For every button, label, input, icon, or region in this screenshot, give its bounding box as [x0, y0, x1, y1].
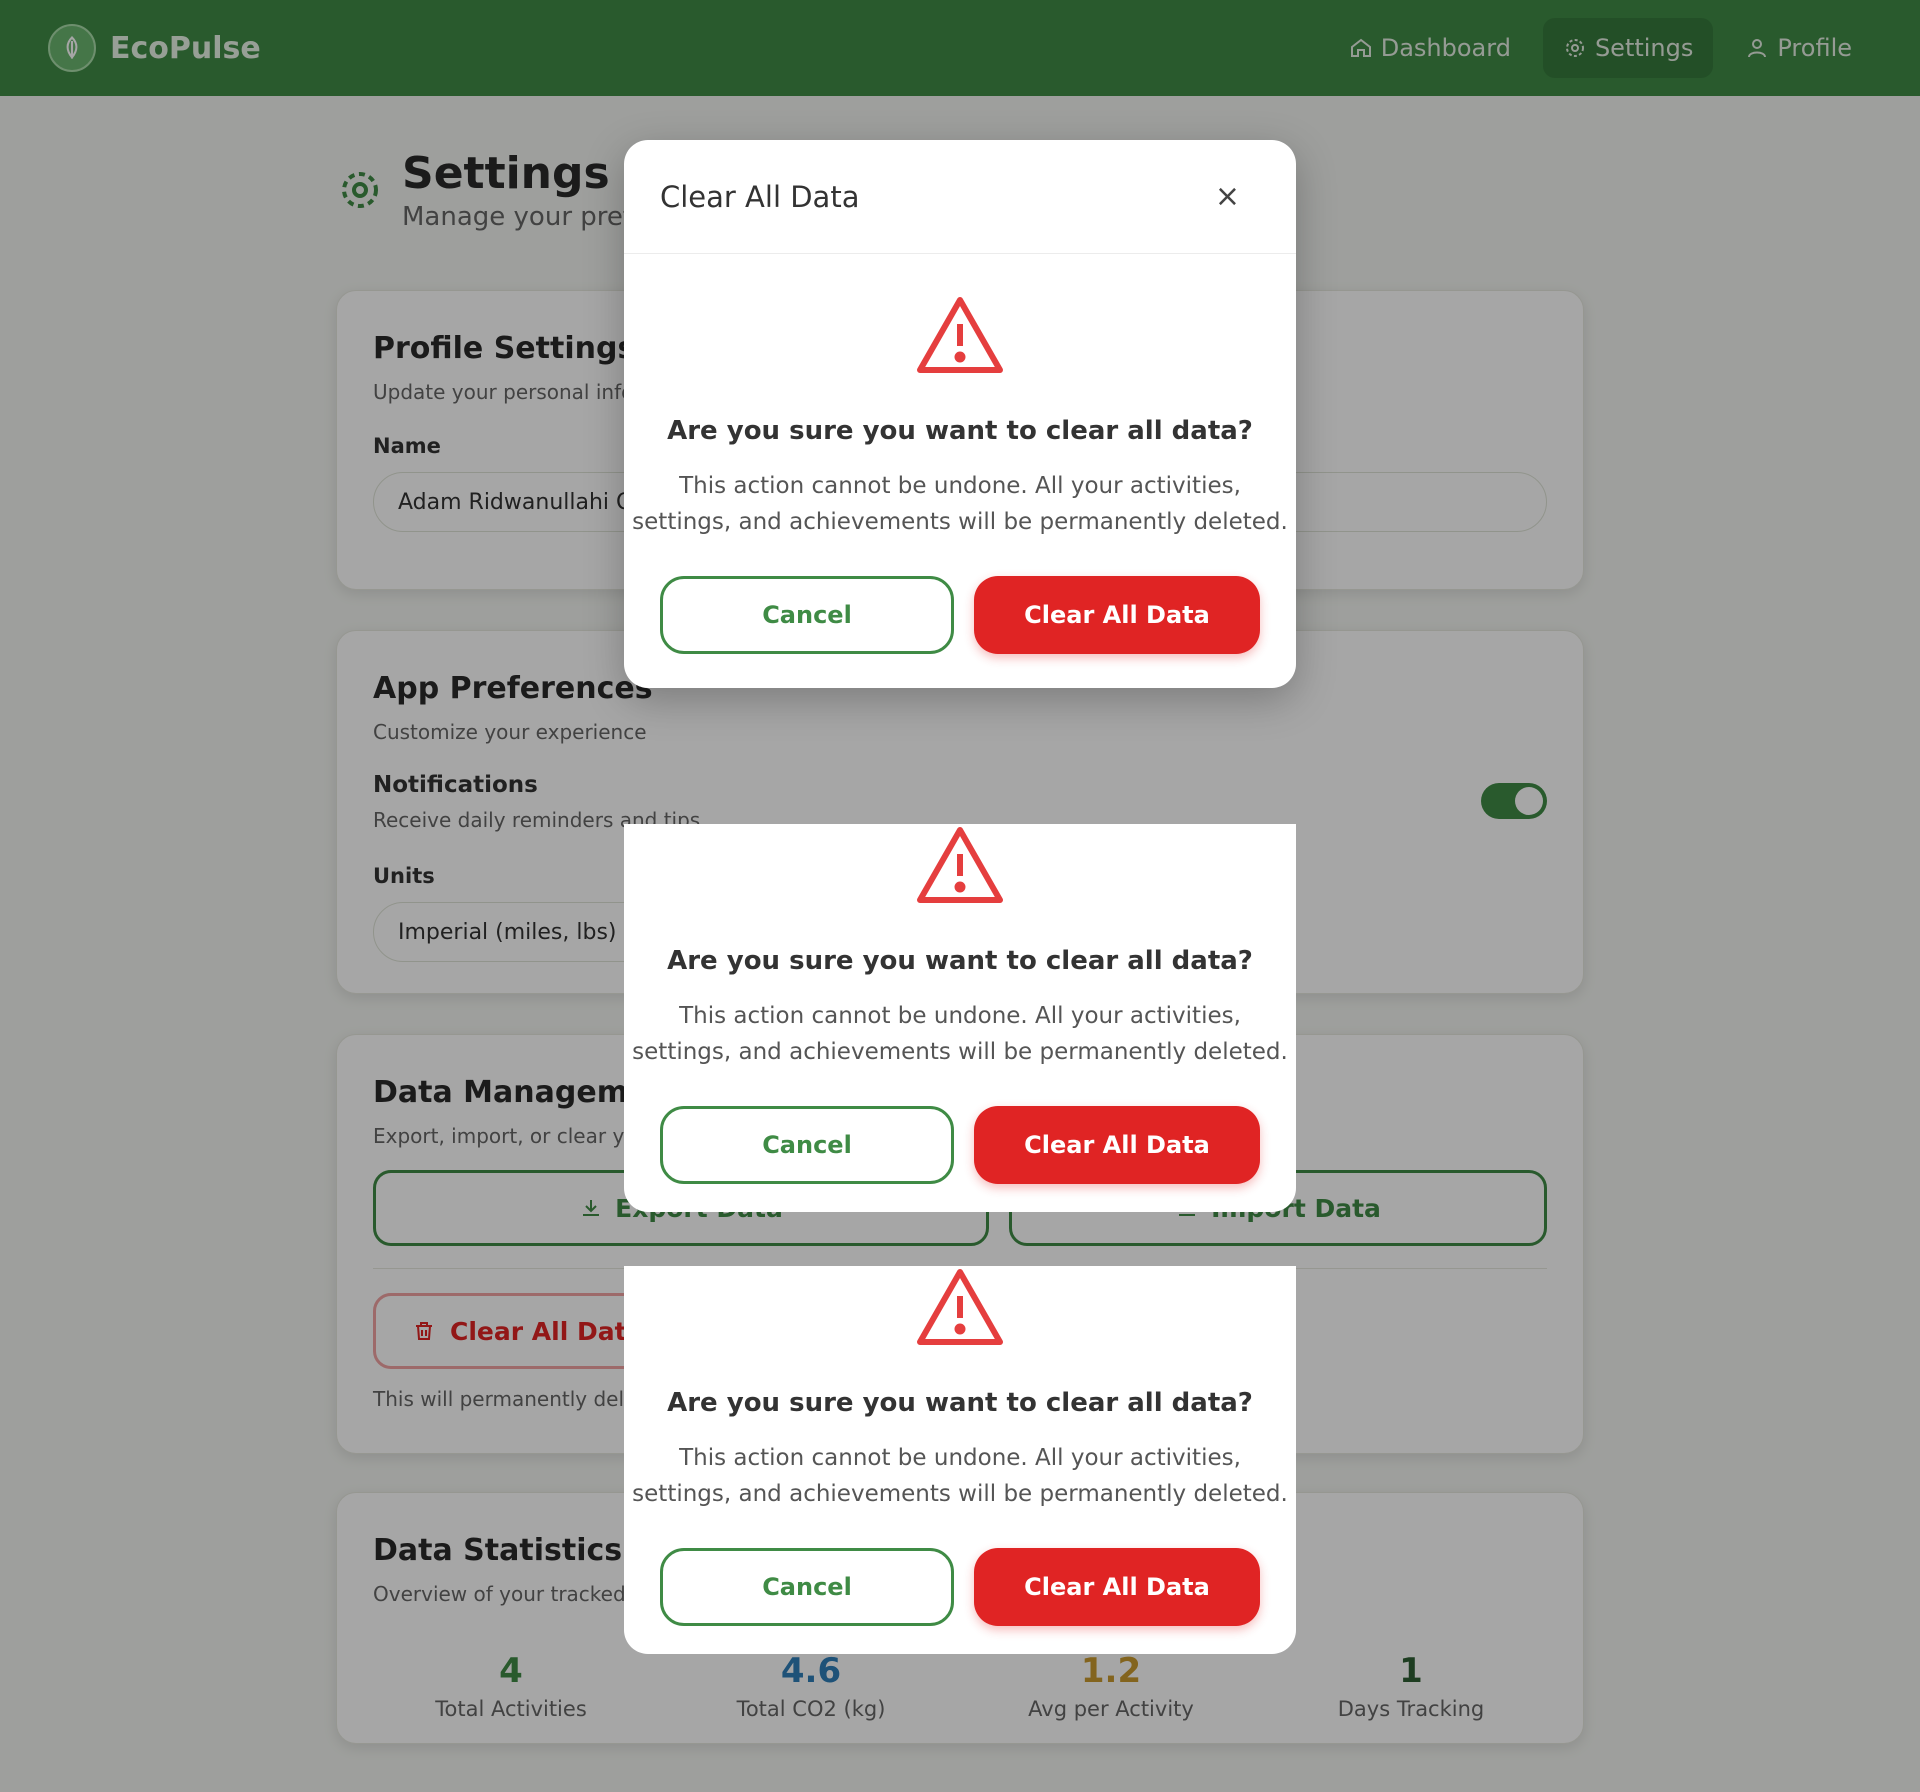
confirm-question: Are you sure you want to clear all data?: [667, 946, 1253, 976]
confirm-desc-line: settings, and achievements will be perma…: [632, 509, 1288, 535]
confirm-clear-button[interactable]: Clear All Data: [974, 1106, 1260, 1184]
confirm-desc-line: This action cannot be undone. All your a…: [679, 1003, 1241, 1029]
modal-body: Are you sure you want to clear all data?…: [624, 1266, 1296, 1626]
cancel-button[interactable]: Cancel: [660, 1106, 954, 1184]
confirm-desc-line: settings, and achievements will be perma…: [632, 1039, 1288, 1065]
modal-header: Clear All Data ×: [624, 140, 1296, 254]
confirm-desc-line: This action cannot be undone. All your a…: [679, 473, 1241, 499]
clear-data-modal-duplicate: Are you sure you want to clear all data?…: [624, 1266, 1296, 1654]
cancel-button[interactable]: Cancel: [660, 1548, 954, 1626]
confirm-desc-line: settings, and achievements will be perma…: [632, 1481, 1288, 1507]
confirm-desc-line: This action cannot be undone. All your a…: [679, 1445, 1241, 1471]
clear-data-modal-duplicate: Are you sure you want to clear all data?…: [624, 824, 1296, 1212]
confirm-clear-button[interactable]: Clear All Data: [974, 1548, 1260, 1626]
modal-title: Clear All Data: [660, 179, 860, 214]
confirm-clear-button[interactable]: Clear All Data: [974, 576, 1260, 654]
clear-data-modal: Clear All Data × Are you sure you want t…: [624, 140, 1296, 688]
warning-icon: [917, 827, 1003, 903]
cancel-button[interactable]: Cancel: [660, 576, 954, 654]
confirm-question: Are you sure you want to clear all data?: [667, 1388, 1253, 1418]
warning-icon: [917, 1269, 1003, 1345]
modal-body: Are you sure you want to clear all data?…: [624, 824, 1296, 1184]
warning-icon: [917, 297, 1003, 373]
modal-body: Are you sure you want to clear all data?…: [624, 254, 1296, 654]
close-icon[interactable]: ×: [1215, 179, 1240, 214]
confirm-question: Are you sure you want to clear all data?: [667, 416, 1253, 446]
